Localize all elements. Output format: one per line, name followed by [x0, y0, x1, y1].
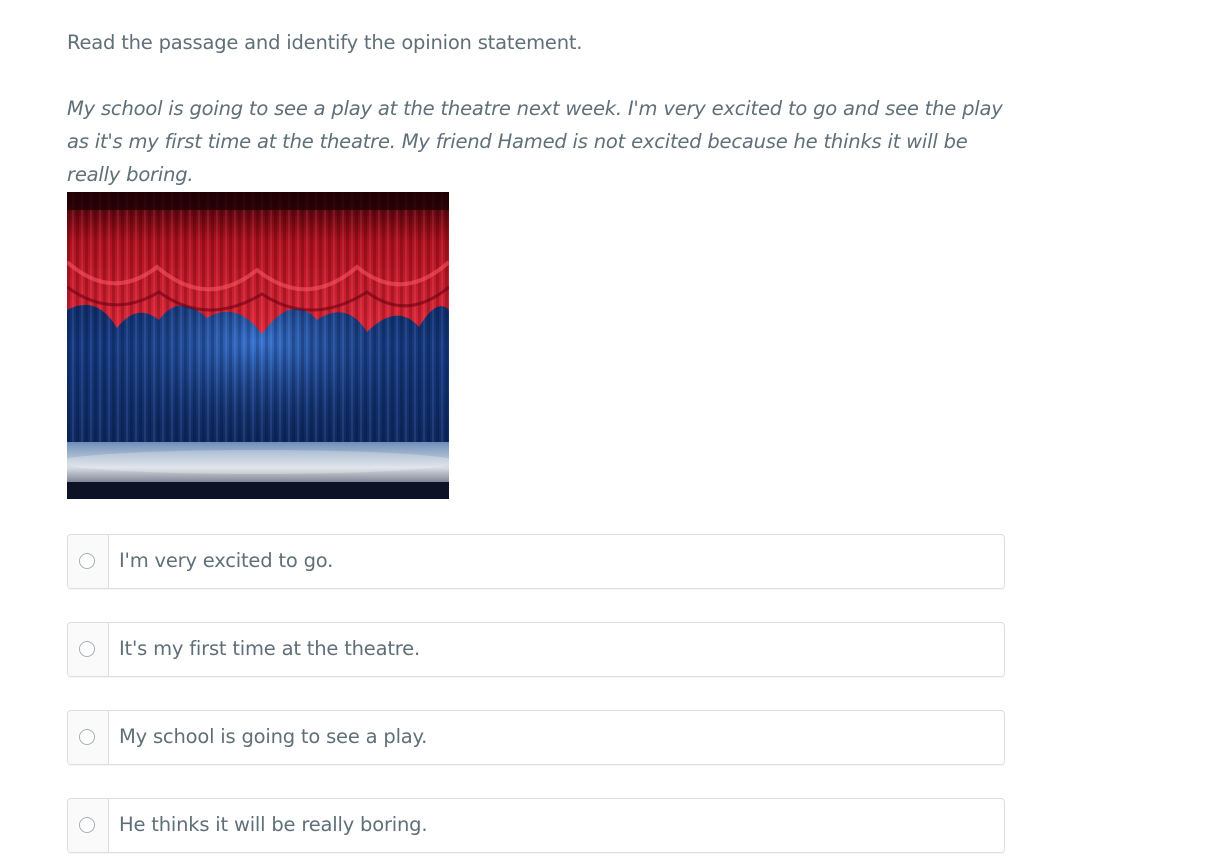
radio-button[interactable]: [79, 553, 95, 569]
radio-cell: [68, 799, 109, 852]
answer-option-label: My school is going to see a play.: [119, 725, 428, 748]
answer-option-label: He thinks it will be really boring.: [119, 813, 428, 836]
question-instruction: Read the passage and identify the opinio…: [67, 31, 583, 54]
answer-option-label: It's my first time at the theatre.: [119, 637, 420, 660]
radio-button[interactable]: [79, 729, 95, 745]
radio-cell: [68, 535, 109, 588]
radio-cell: [68, 711, 109, 764]
radio-button[interactable]: [79, 641, 95, 657]
answer-option-3[interactable]: My school is going to see a play.: [67, 710, 1005, 765]
theatre-stage-illustration: [67, 192, 449, 499]
answer-option-2[interactable]: It's my first time at the theatre.: [67, 622, 1005, 677]
radio-button[interactable]: [79, 817, 95, 833]
answer-option-4[interactable]: He thinks it will be really boring.: [67, 798, 1005, 853]
radio-cell: [68, 623, 109, 676]
theatre-stage-image: [67, 192, 449, 499]
answer-option-label: I'm very excited to go.: [119, 549, 334, 572]
reading-passage: My school is going to see a play at the …: [67, 97, 1003, 186]
answer-option-1[interactable]: I'm very excited to go.: [67, 534, 1005, 589]
